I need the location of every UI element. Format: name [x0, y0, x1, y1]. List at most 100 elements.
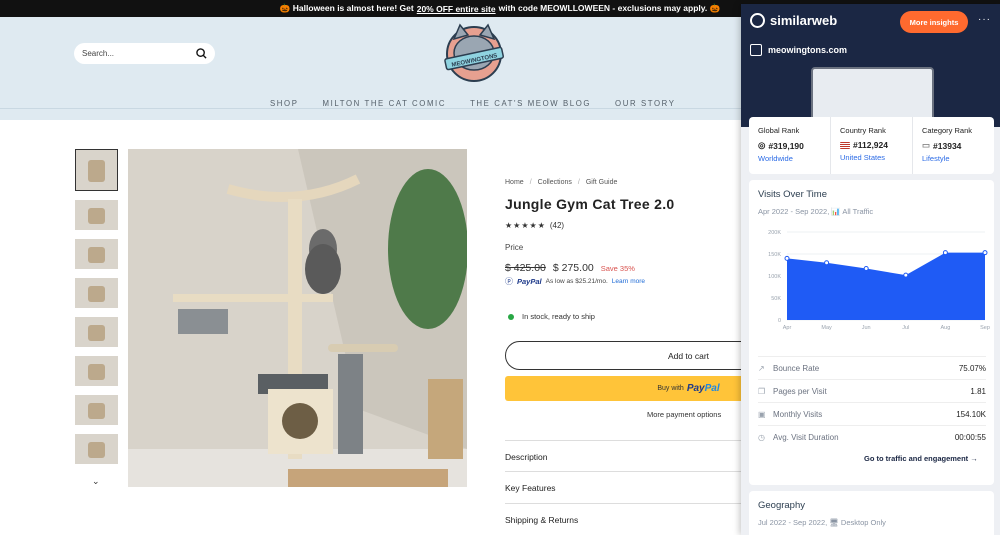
search-input[interactable]: Search... [74, 43, 215, 64]
search-icon[interactable] [196, 48, 207, 59]
banner-text: 🎃 Halloween is almost here! Get [279, 3, 414, 13]
more-menu-icon[interactable]: ··· [978, 14, 991, 25]
rank-scope[interactable]: Worldwide [758, 154, 821, 163]
stock-status: In stock, ready to ship [508, 312, 595, 321]
domain-text: meowingtons.com [768, 45, 848, 55]
favicon-icon [750, 44, 762, 56]
rank-value-row: #112,924 [840, 140, 903, 150]
visits-title: Visits Over Time [758, 189, 827, 200]
traffic-engagement-link[interactable]: Go to traffic and engagement → [864, 454, 978, 463]
thumbnail[interactable] [75, 356, 118, 386]
paypal-brand: PayPal [517, 277, 542, 286]
banner-text-end: with code MEOWLLOWEEN - exclusions may a… [498, 3, 721, 13]
similarweb-panel: similarweb More insights ··· meowingtons… [741, 4, 1000, 535]
breadcrumb: Home / Collections / Gift Guide [505, 179, 618, 186]
x-tick-label: Jul [902, 325, 909, 331]
country-rank: Country Rank #112,924 United States [831, 117, 913, 174]
rank-title: Global Rank [758, 126, 800, 135]
stat-bounce-rate: ↗ Bounce Rate 75.07% [758, 356, 986, 379]
accordion-description[interactable]: Description [505, 440, 742, 472]
price-label: Price [505, 243, 524, 252]
old-price: $ 425.00 [505, 262, 546, 274]
accordion-shipping-returns[interactable]: Shipping & Returns [505, 503, 742, 535]
rank-value-row: ◎ #319,190 [758, 140, 821, 151]
breadcrumb-home[interactable]: Home [505, 179, 524, 186]
accordion-key-features[interactable]: Key Features [505, 471, 742, 503]
meowingtons-logo[interactable]: MEOWINGTONS [440, 23, 508, 85]
us-flag-icon [840, 141, 850, 149]
buy-with-label: Buy with [657, 385, 684, 392]
rank-value: #319,190 [768, 140, 804, 151]
breadcrumb-gift-guide[interactable]: Gift Guide [586, 179, 618, 186]
stat-value: 154.10K [956, 409, 986, 419]
x-tick-label: Sep [980, 325, 990, 331]
breadcrumb-collections[interactable]: Collections [538, 179, 572, 186]
learn-more-link[interactable]: Learn more [612, 278, 645, 285]
product-rating[interactable]: ★★★★★ (42) [505, 221, 564, 230]
rank-value: #13934 [933, 140, 962, 151]
visits-area [787, 252, 985, 320]
stat-value: 75.07% [958, 363, 986, 373]
paypal-icon: ⓟ [505, 277, 513, 286]
rank-card: Global Rank ◎ #319,190 Worldwide Country … [749, 117, 994, 174]
rank-scope[interactable]: United States [840, 153, 903, 162]
thumbnail[interactable] [75, 200, 118, 230]
data-point [824, 260, 830, 266]
stat-label: Monthly Visits [773, 409, 823, 419]
thumbnail[interactable] [75, 239, 118, 269]
nav-comic[interactable]: MILTON THE CAT COMIC [323, 99, 447, 108]
stat-label: Pages per Visit [773, 386, 827, 396]
stat-value: 1.81 [970, 386, 986, 396]
data-point [903, 272, 909, 278]
rank-scope[interactable]: Lifestyle [922, 154, 985, 163]
category-rank: Category Rank ▭ #13934 Lifestyle [913, 117, 994, 174]
x-tick-label: Jun [862, 325, 871, 331]
thumbnail[interactable] [75, 149, 118, 191]
similarweb-mark-icon [750, 13, 765, 28]
data-point [784, 255, 790, 261]
product-main-image[interactable] [128, 149, 467, 487]
more-insights-button[interactable]: More insights [900, 11, 968, 33]
nav-our-story[interactable]: OUR STORY [615, 99, 675, 108]
visits-icon: ▣ [758, 409, 766, 419]
thumbnail[interactable] [75, 434, 118, 464]
x-tick-label: May [821, 325, 832, 331]
pages-icon: ❐ [758, 386, 766, 396]
paypal-logo: PayPal [686, 383, 720, 394]
stat-label: Avg. Visit Duration [773, 432, 839, 442]
visits-card: Visits Over Time Apr 2022 - Sep 2022, 📊 … [749, 180, 994, 485]
search-placeholder: Search... [82, 49, 115, 58]
stat-pages-per-visit: ❐ Pages per Visit 1.81 [758, 379, 986, 402]
nav-blog[interactable]: THE CAT'S MEOW BLOG [470, 99, 591, 108]
thumbnail[interactable] [75, 278, 118, 308]
stat-avg-visit-duration: ◷ Avg. Visit Duration 00:00:55 [758, 425, 986, 448]
category-icon: ▭ [922, 140, 931, 150]
banner-link[interactable]: 20% OFF entire site [417, 4, 496, 14]
review-count: (42) [549, 221, 565, 230]
rank-value-row: ▭ #13934 [922, 140, 985, 151]
rank-value: #112,924 [853, 140, 888, 150]
visits-subtitle: Apr 2022 - Sep 2022, 📊 All Traffic [758, 207, 874, 216]
rank-title: Category Rank [922, 126, 973, 135]
sale-price: $ 275.00 [552, 262, 594, 274]
in-stock-dot-icon [508, 313, 514, 320]
data-point [863, 266, 869, 272]
cat-tree-illustration [128, 149, 467, 487]
stock-text: In stock, ready to ship [522, 312, 595, 321]
thumbnail[interactable] [75, 317, 118, 347]
thumbnail[interactable] [75, 395, 118, 425]
main-nav: SHOP MILTON THE CAT COMIC THE CAT'S MEOW… [270, 99, 676, 108]
similarweb-brand: similarweb [770, 13, 838, 28]
y-tick-label: 50K [771, 296, 781, 302]
nav-shop[interactable]: SHOP [270, 99, 299, 108]
chevron-down-icon[interactable]: ⌄ [92, 476, 100, 487]
more-payment-options-link[interactable]: More payment options [647, 410, 721, 419]
similarweb-header: similarweb More insights ··· meowingtons… [741, 4, 1000, 127]
visits-chart: 0 50K 100K 150K 200K Apr May Jun Jul Aug Sep [768, 230, 990, 331]
y-tick-label: 200K [768, 230, 781, 236]
stars-icon: ★★★★★ [505, 221, 546, 230]
x-tick-label: Apr [783, 325, 792, 331]
global-rank: Global Rank ◎ #319,190 Worldwide [749, 117, 831, 174]
geography-subtitle: Jul 2022 - Sep 2022, 🖥 Desktop Only [758, 518, 886, 527]
stat-label: Bounce Rate [773, 363, 820, 373]
